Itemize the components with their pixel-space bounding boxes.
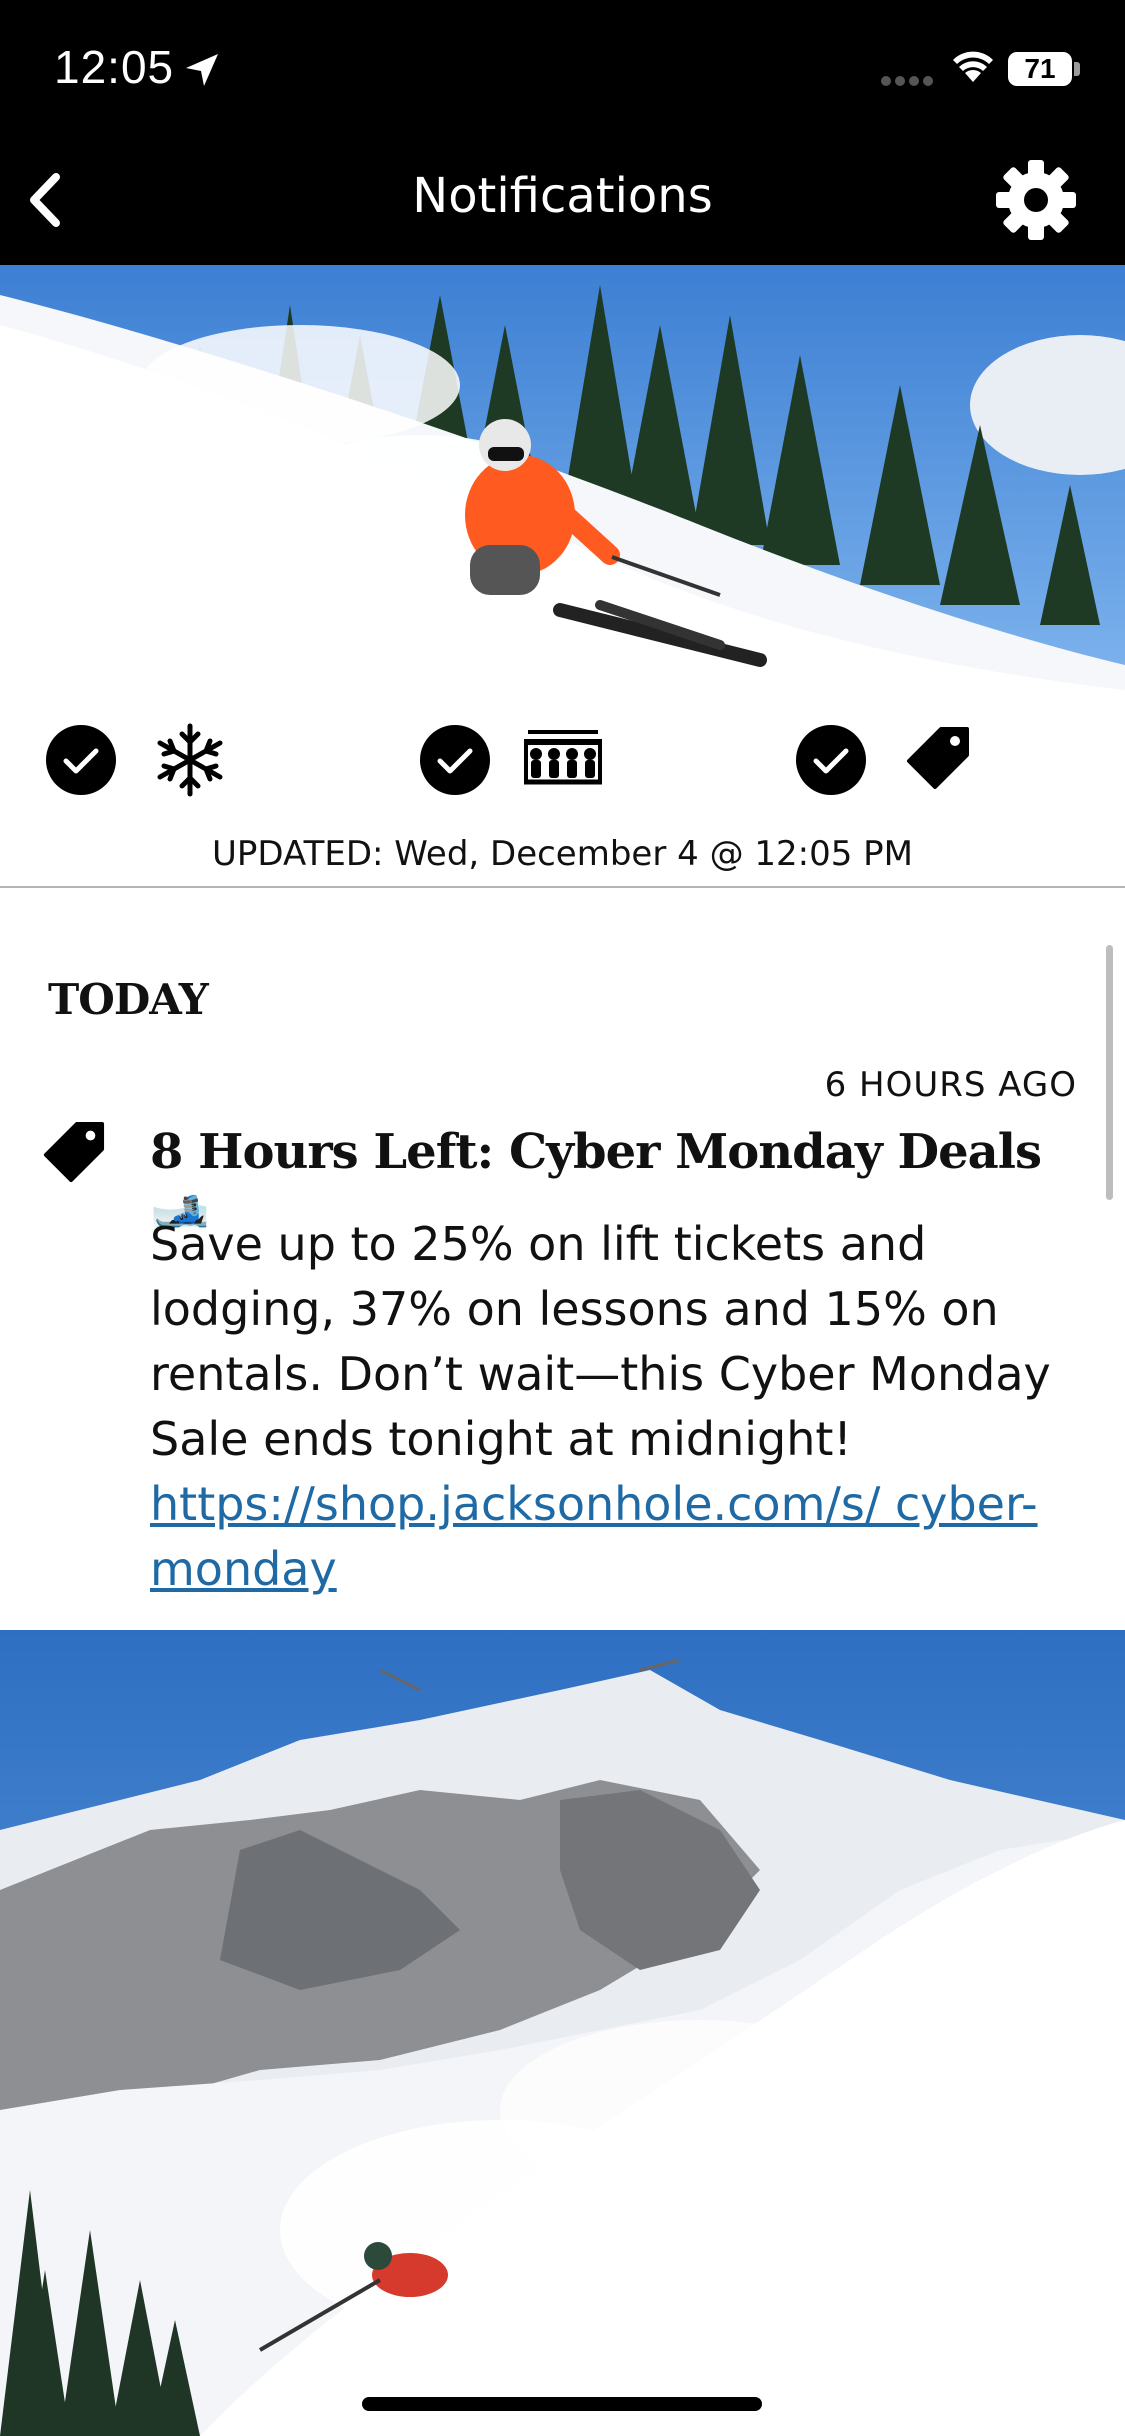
location-arrow-icon bbox=[186, 54, 218, 86]
lift-chair-icon bbox=[524, 730, 602, 785]
snowflake-icon bbox=[157, 723, 223, 797]
home-indicator[interactable] bbox=[362, 2397, 762, 2411]
checkmark-icon bbox=[437, 748, 473, 774]
divider bbox=[0, 886, 1125, 888]
battery-indicator: 71 bbox=[1008, 52, 1072, 86]
notification-link[interactable]: https://shop.jacksonhole.com/s/ cyber-mo… bbox=[150, 1472, 1080, 1602]
last-updated-text: UPDATED: Wed, December 4 @ 12:05 PM bbox=[211, 834, 914, 874]
mountain-skier-photo bbox=[0, 1630, 1125, 2436]
skier-hero-photo bbox=[0, 265, 1125, 690]
price-tag-icon bbox=[907, 727, 969, 789]
price-tag-icon bbox=[43, 1121, 105, 1183]
scrollbar[interactable] bbox=[1106, 945, 1113, 1200]
section-header-today: TODAY bbox=[48, 975, 209, 1024]
battery-tip bbox=[1074, 62, 1080, 76]
filter-lifts-checkbox[interactable] bbox=[420, 725, 490, 795]
page-title: Notifications bbox=[412, 168, 713, 224]
gear-icon[interactable] bbox=[994, 158, 1078, 242]
cellular-signal-icon bbox=[881, 76, 933, 86]
status-time: 12:05 bbox=[54, 41, 175, 93]
filter-weather-checkbox[interactable] bbox=[46, 725, 116, 795]
wifi-icon bbox=[953, 51, 993, 82]
checkmark-icon bbox=[813, 748, 849, 774]
notification-body: Save up to 25% on lift tickets and lodgi… bbox=[150, 1217, 1051, 1466]
top-bar: 12:05 71 Notifications bbox=[0, 0, 1125, 265]
filter-deals-checkbox[interactable] bbox=[796, 725, 866, 795]
notification-time-ago: 6 HOURS AGO bbox=[824, 1065, 1077, 1105]
checkmark-icon bbox=[63, 748, 99, 774]
